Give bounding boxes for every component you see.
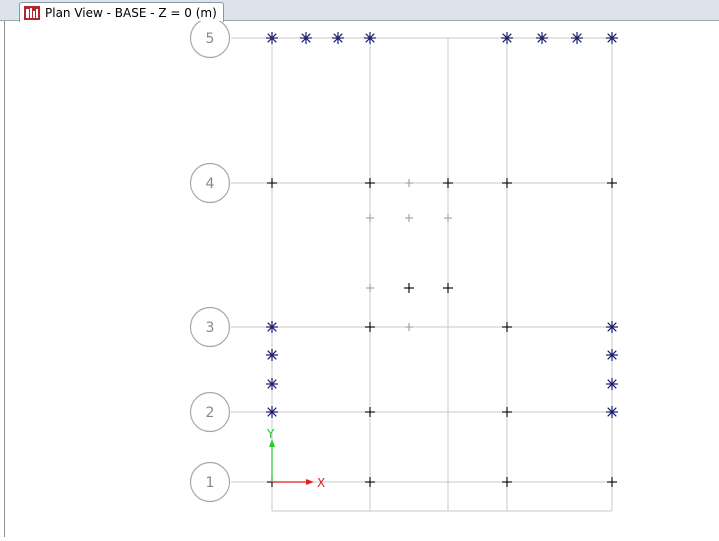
- grid-bubble-label: 2: [206, 405, 215, 421]
- support-marker[interactable]: [266, 32, 278, 44]
- etabs-app-icon: [24, 5, 40, 20]
- grid-bubble-5[interactable]: 5: [189, 17, 231, 59]
- joint-marker[interactable]: [365, 322, 375, 332]
- grid-bubble-3[interactable]: 3: [189, 306, 231, 348]
- grid-bubbles: 5 4 3 2 1: [189, 17, 231, 503]
- joint-marker[interactable]: [405, 323, 413, 331]
- support-marker[interactable]: [266, 349, 278, 361]
- joint-marker[interactable]: [502, 322, 512, 332]
- joint-marker[interactable]: [443, 178, 453, 188]
- joint-marker[interactable]: [365, 477, 375, 487]
- grid-bubble-2[interactable]: 2: [189, 391, 231, 433]
- grid-bubble-label: 5: [206, 31, 215, 47]
- plan-view-drawing[interactable]: 5 4 3 2 1 Y X: [5, 17, 719, 537]
- joint-marker[interactable]: [502, 477, 512, 487]
- support-marker[interactable]: [266, 406, 278, 418]
- support-marker[interactable]: [606, 32, 618, 44]
- joint-marker[interactable]: [444, 214, 452, 222]
- joint-marker[interactable]: [365, 178, 375, 188]
- joint-marker[interactable]: [405, 214, 413, 222]
- support-marker[interactable]: [536, 32, 548, 44]
- joint-marker[interactable]: [404, 283, 414, 293]
- support-marker[interactable]: [300, 32, 312, 44]
- x-axis-label: X: [317, 476, 325, 490]
- y-axis-label: Y: [266, 427, 275, 441]
- grid-lines: [231, 37, 613, 512]
- plan-view-tab[interactable]: Plan View - BASE - Z = 0 (m): [19, 2, 224, 22]
- support-marker[interactable]: [332, 32, 344, 44]
- support-marker[interactable]: [571, 32, 583, 44]
- grid-bubble-label: 3: [206, 320, 215, 336]
- joint-marker[interactable]: [366, 284, 374, 292]
- x-axis-arrowhead: [306, 479, 314, 485]
- grid-bubble-4[interactable]: 4: [189, 162, 231, 204]
- joint-marker[interactable]: [607, 178, 617, 188]
- joint-marker[interactable]: [365, 407, 375, 417]
- grid-bubble-1[interactable]: 1: [189, 461, 231, 503]
- grid-bubble-label: 1: [206, 475, 215, 491]
- plan-view-canvas[interactable]: 5 4 3 2 1 Y X: [5, 17, 719, 537]
- support-marker[interactable]: [501, 32, 513, 44]
- support-marker[interactable]: [606, 406, 618, 418]
- tab-title: Plan View - BASE - Z = 0 (m): [45, 5, 217, 20]
- joint-marker[interactable]: [405, 179, 413, 187]
- support-marker[interactable]: [364, 32, 376, 44]
- document-tab-bar: Plan View - BASE - Z = 0 (m): [0, 0, 719, 22]
- support-marker[interactable]: [266, 378, 278, 390]
- joint-marker[interactable]: [267, 178, 277, 188]
- support-marker[interactable]: [606, 349, 618, 361]
- joint-marker[interactable]: [502, 407, 512, 417]
- support-marker[interactable]: [606, 321, 618, 333]
- joint-marker[interactable]: [366, 214, 374, 222]
- support-marker[interactable]: [606, 378, 618, 390]
- joint-marker[interactable]: [502, 178, 512, 188]
- joint-markers: [266, 32, 618, 487]
- grid-bubble-label: 4: [206, 176, 215, 192]
- global-axes-indicator: Y X: [266, 427, 325, 490]
- joint-marker[interactable]: [607, 477, 617, 487]
- joint-marker[interactable]: [443, 283, 453, 293]
- support-marker[interactable]: [266, 321, 278, 333]
